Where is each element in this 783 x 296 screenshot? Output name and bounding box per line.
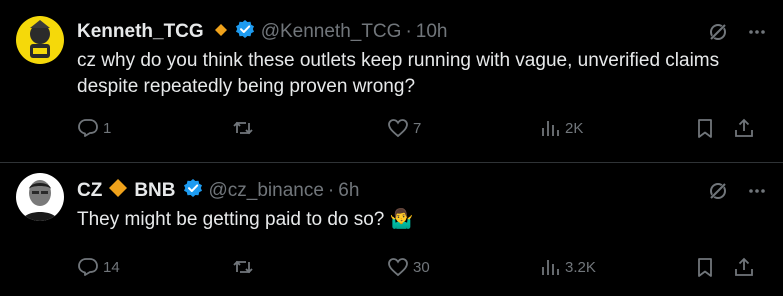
like-icon [387,117,409,139]
timestamp[interactable]: 6h [338,180,359,202]
grok-icon[interactable] [707,180,729,202]
display-name-part2[interactable]: BNB [134,180,175,202]
like-button[interactable]: 30 [387,256,430,278]
share-icon [733,117,755,139]
header-actions [707,180,767,202]
bookmark-button[interactable] [694,256,716,278]
share-button[interactable] [733,256,755,278]
avatar-kenneth[interactable] [16,16,64,64]
tweet-content: CZ BNB @cz_binance · 6h They might be ge… [77,175,767,277]
handle[interactable]: @cz_binance [209,180,324,202]
views-icon [539,117,561,139]
like-icon [387,256,409,278]
bookmark-button[interactable] [694,117,716,139]
more-icon[interactable] [747,181,767,201]
reply-button[interactable]: 14 [77,256,120,278]
share-icon [733,256,755,278]
reply-icon [77,256,99,278]
retweet-icon [232,256,254,278]
retweet-icon [232,117,254,139]
orange-diamond-icon [214,21,228,43]
verified-badge-icon[interactable] [183,178,203,204]
share-button[interactable] [733,117,755,139]
action-bar: 14 30 3.2K [77,255,767,279]
bookmark-icon [694,117,716,139]
views-icon [539,256,561,278]
tweet-header: CZ BNB @cz_binance · 6h [77,175,767,207]
tweet-text: cz why do you think these outlets keep r… [77,50,720,97]
grok-icon[interactable] [707,21,729,43]
reply-icon [77,117,99,139]
tweet-header: Kenneth_TCG @Kenneth_TCG · 10h [77,16,767,48]
orange-diamond-icon [108,178,128,204]
retweet-button[interactable] [232,117,258,139]
retweet-button[interactable] [232,256,258,278]
views-count: 3.2K [565,258,596,276]
like-count: 30 [413,258,430,276]
handle[interactable]: @Kenneth_TCG [261,21,402,43]
header-actions [707,21,767,43]
like-button[interactable]: 7 [387,117,421,139]
timestamp[interactable]: 10h [416,21,448,43]
reply-count: 1 [103,119,112,137]
display-name-part1[interactable]: CZ [77,180,102,202]
reply-count: 14 [103,258,120,276]
reply-button[interactable]: 1 [77,117,111,139]
tweet-kenneth[interactable]: Kenneth_TCG @Kenneth_TCG · 10h cz why do… [0,0,783,163]
bookmark-icon [694,256,716,278]
more-icon[interactable] [747,22,767,42]
verified-badge-icon[interactable] [235,19,255,45]
tweet-text: They might be getting paid to do so? 🤷‍♂… [77,209,414,230]
like-count: 7 [413,119,422,137]
separator-dot: · [327,180,335,201]
tweet-cz[interactable]: CZ BNB @cz_binance · 6h They might be ge… [0,163,783,295]
views-button[interactable]: 3.2K [539,256,596,278]
display-name[interactable]: Kenneth_TCG [77,21,204,43]
action-bar: 1 7 2K [77,116,767,140]
separator-dot: · [405,21,412,42]
tweet-content: Kenneth_TCG @Kenneth_TCG · 10h cz why do… [77,16,767,138]
avatar-cz[interactable] [16,173,64,221]
views-button[interactable]: 2K [539,117,583,139]
views-count: 2K [565,119,584,137]
